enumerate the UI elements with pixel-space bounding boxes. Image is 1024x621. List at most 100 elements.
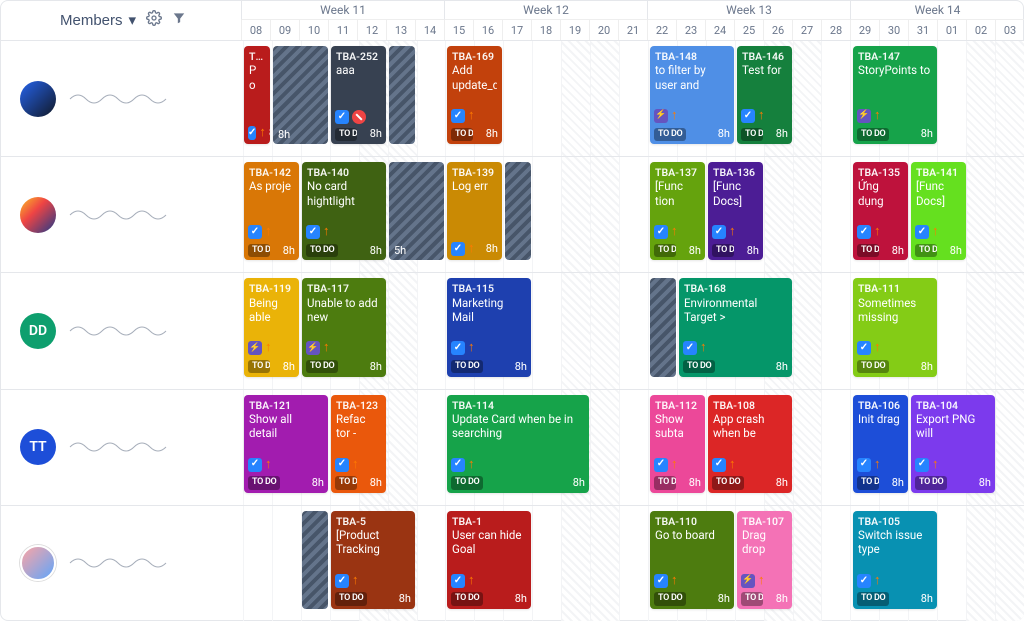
- card-title: [Func Docs]: [916, 179, 961, 208]
- task-card[interactable]: TBA-106Init drag↑TO DO8h: [853, 395, 908, 493]
- task-card[interactable]: TBA-139Log err↑8h: [447, 162, 502, 260]
- card-id: TBA-115: [452, 282, 526, 295]
- day-header: 25: [734, 20, 763, 40]
- priority-icon: ↑: [265, 457, 272, 473]
- task-card[interactable]: TBA-169Add update_da↑TO DO8h: [447, 46, 502, 144]
- card-hours: 8h: [486, 127, 498, 141]
- overflow-block[interactable]: 5h: [389, 162, 444, 260]
- task-card[interactable]: TBA-115Marketing Mail↑TO DO8h: [447, 278, 531, 376]
- member-row[interactable]: TT: [0, 389, 243, 505]
- member-row[interactable]: [0, 505, 243, 621]
- filter-icon[interactable]: [172, 11, 186, 29]
- overflow-block[interactable]: [389, 46, 415, 144]
- card-id: TBA-148: [655, 50, 729, 63]
- card-id: TBA-168: [684, 282, 787, 295]
- priority-icon: ↑: [700, 340, 707, 356]
- card-hours: 8h: [312, 476, 324, 490]
- task-card[interactable]: TBA-104Export PNG will↑TO DO8h: [911, 395, 995, 493]
- card-id: TBA: [249, 50, 265, 63]
- card-hours: 8h: [283, 244, 295, 258]
- task-card[interactable]: TBA-117Unable to add new↑TO DO8h: [302, 278, 386, 376]
- card-title: Show subta: [655, 412, 700, 441]
- member-name: [68, 205, 168, 225]
- card-hours: 8h: [776, 592, 788, 606]
- task-card[interactable]: TBA-121Show all detail↑TO DO8h: [244, 395, 328, 493]
- status-badge: TO DO: [654, 476, 676, 489]
- avatar: [20, 81, 56, 117]
- member-name: [68, 553, 168, 573]
- task-card[interactable]: TBA-114Update Card when be in searching↑…: [447, 395, 589, 493]
- members-dropdown[interactable]: Members ▾: [60, 11, 136, 29]
- member-row[interactable]: DD: [0, 272, 243, 388]
- status-badge: TO DO: [451, 128, 473, 141]
- member-row[interactable]: [0, 40, 243, 156]
- task-card[interactable]: TBA-168Environmental Target >↑TO DO8h: [679, 278, 792, 376]
- priority-icon: ↑: [323, 340, 330, 356]
- task-card[interactable]: TBA-136[Func Docs]↑TO DO8h: [708, 162, 763, 260]
- card-hours: 8h: [776, 127, 788, 141]
- week-header: Week 13: [647, 0, 850, 20]
- task-card[interactable]: TBA-107Drag drop↑TO DO8h: [737, 511, 792, 609]
- task-card[interactable]: TBAP o↑8h: [244, 46, 270, 144]
- task-card[interactable]: TBA-140No card hightlight↑TO DO8h: [302, 162, 386, 260]
- overflow-block[interactable]: [302, 511, 328, 609]
- task-card[interactable]: TBA-146Test for↑TO DO8h: [737, 46, 792, 144]
- task-card[interactable]: TBA-119Being able↑TO DO8h: [244, 278, 299, 376]
- card-hours: 8h: [689, 476, 701, 490]
- task-card[interactable]: TBA-112Show subta↑TO DO8h: [650, 395, 705, 493]
- task-card[interactable]: TBA-142As proje↑TO DO8h: [244, 162, 299, 260]
- member-row[interactable]: [0, 156, 243, 272]
- card-title: aaa: [336, 63, 381, 77]
- overflow-block[interactable]: [505, 162, 531, 260]
- status-badge: TO DO: [857, 476, 879, 489]
- day-header: 13: [386, 20, 415, 40]
- day-header: 11: [328, 20, 357, 40]
- priority-icon: ↑: [468, 241, 475, 257]
- task-card[interactable]: TBA-5[Product Tracking↑TO DO8h: [331, 511, 415, 609]
- check-icon: [712, 458, 726, 472]
- day-header: 14: [415, 20, 444, 40]
- card-hours: 8h: [892, 476, 904, 490]
- priority-icon: ↑: [352, 457, 359, 473]
- card-hours: 8h: [515, 592, 527, 606]
- check-icon: [741, 109, 755, 123]
- task-card[interactable]: TBA-147StoryPoints to↑TO DO8h: [853, 46, 937, 144]
- task-card[interactable]: TBA-105Switch issue type↑TO DO8h: [853, 511, 937, 609]
- task-card[interactable]: TBA-1User can hide Goal↑TO DO8h: [447, 511, 531, 609]
- task-card[interactable]: TBA-141[Func Docs]↑TO DO8h: [911, 162, 966, 260]
- status-badge: TO DO: [857, 360, 889, 373]
- card-id: TBA-107: [742, 515, 787, 528]
- task-card[interactable]: TBA-111Sometimes missing↑TO DO8h: [853, 278, 937, 376]
- member-name: [68, 89, 168, 109]
- task-card[interactable]: TBA-137[Func tion↑TO DO8h: [650, 162, 705, 260]
- task-card[interactable]: TBA-123Refac tor -↑TO DO8h: [331, 395, 386, 493]
- priority-icon: ↑: [468, 108, 475, 124]
- check-icon: [654, 225, 668, 239]
- task-card[interactable]: TBA-108App crash when be↑TO DO8h: [708, 395, 792, 493]
- card-id: TBA-110: [655, 515, 729, 528]
- status-badge: TO DO: [306, 244, 338, 257]
- chevron-down-icon: ▾: [129, 11, 137, 29]
- card-title: Ứng dụng: [858, 179, 903, 208]
- card-title: Go to board: [655, 528, 729, 542]
- check-icon: [248, 225, 262, 239]
- priority-icon: ↑: [874, 457, 881, 473]
- task-card[interactable]: TBA-110Go to board↑TO DO8h: [650, 511, 734, 609]
- card-title: [Func Docs]: [713, 179, 758, 208]
- task-card[interactable]: TBA-135Ứng dụng↑TO DO8h: [853, 162, 908, 260]
- day-header: 17: [502, 20, 531, 40]
- task-card[interactable]: TBA-252aaaTO DO8h: [331, 46, 386, 144]
- card-id: TBA-1: [452, 515, 526, 528]
- card-title: Environmental Target >: [684, 296, 787, 325]
- overflow-block[interactable]: 8h: [273, 46, 328, 144]
- day-header: 12: [357, 20, 386, 40]
- priority-icon: ↑: [265, 224, 272, 240]
- gear-icon[interactable]: [146, 10, 162, 30]
- priority-icon: ↑: [468, 457, 475, 473]
- check-icon: [857, 341, 871, 355]
- check-icon: [451, 458, 465, 472]
- task-card[interactable]: TBA-148to filter by user and↑TO DO8h: [650, 46, 734, 144]
- overflow-block[interactable]: [650, 278, 676, 376]
- day-header: 30: [879, 20, 908, 40]
- card-hours: 8h: [515, 360, 527, 374]
